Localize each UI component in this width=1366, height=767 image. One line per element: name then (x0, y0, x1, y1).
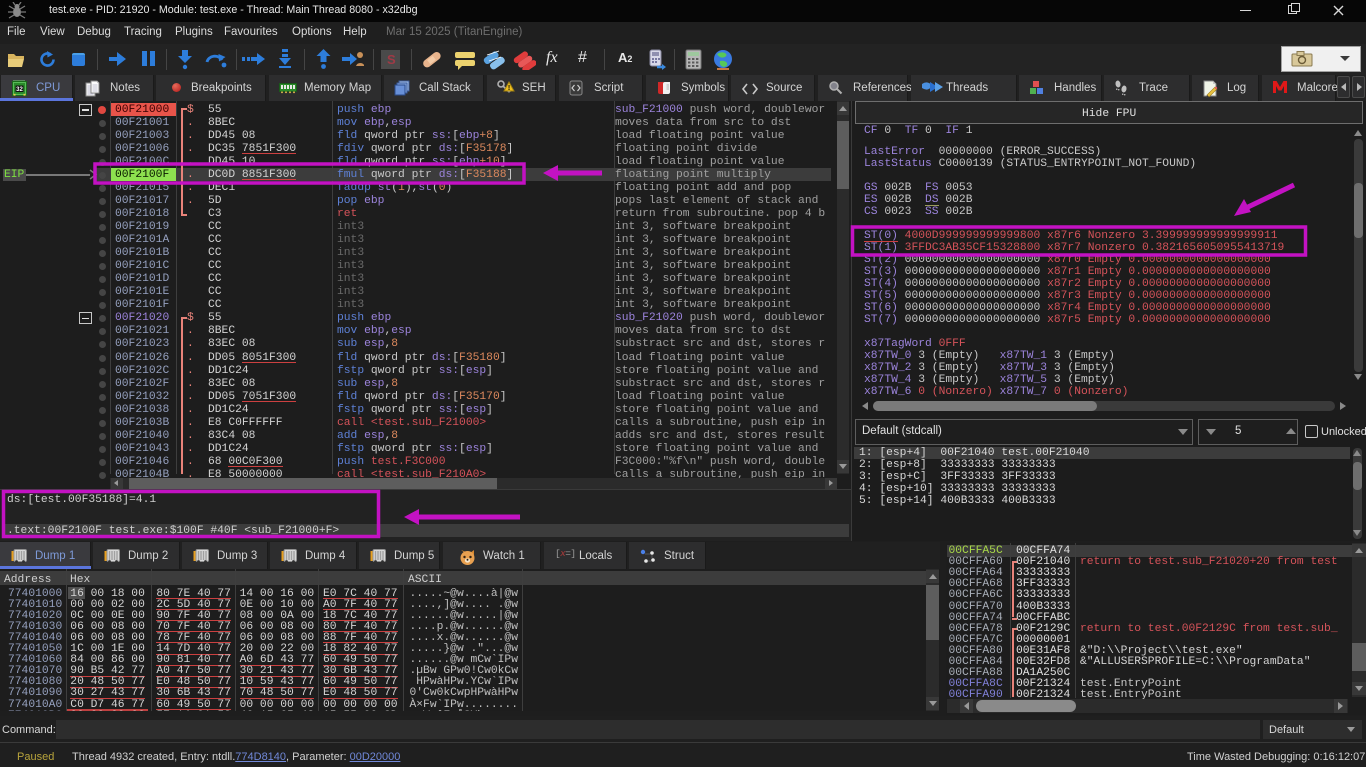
svg-text:!: ! (508, 85, 510, 92)
svg-text:32: 32 (16, 87, 23, 93)
